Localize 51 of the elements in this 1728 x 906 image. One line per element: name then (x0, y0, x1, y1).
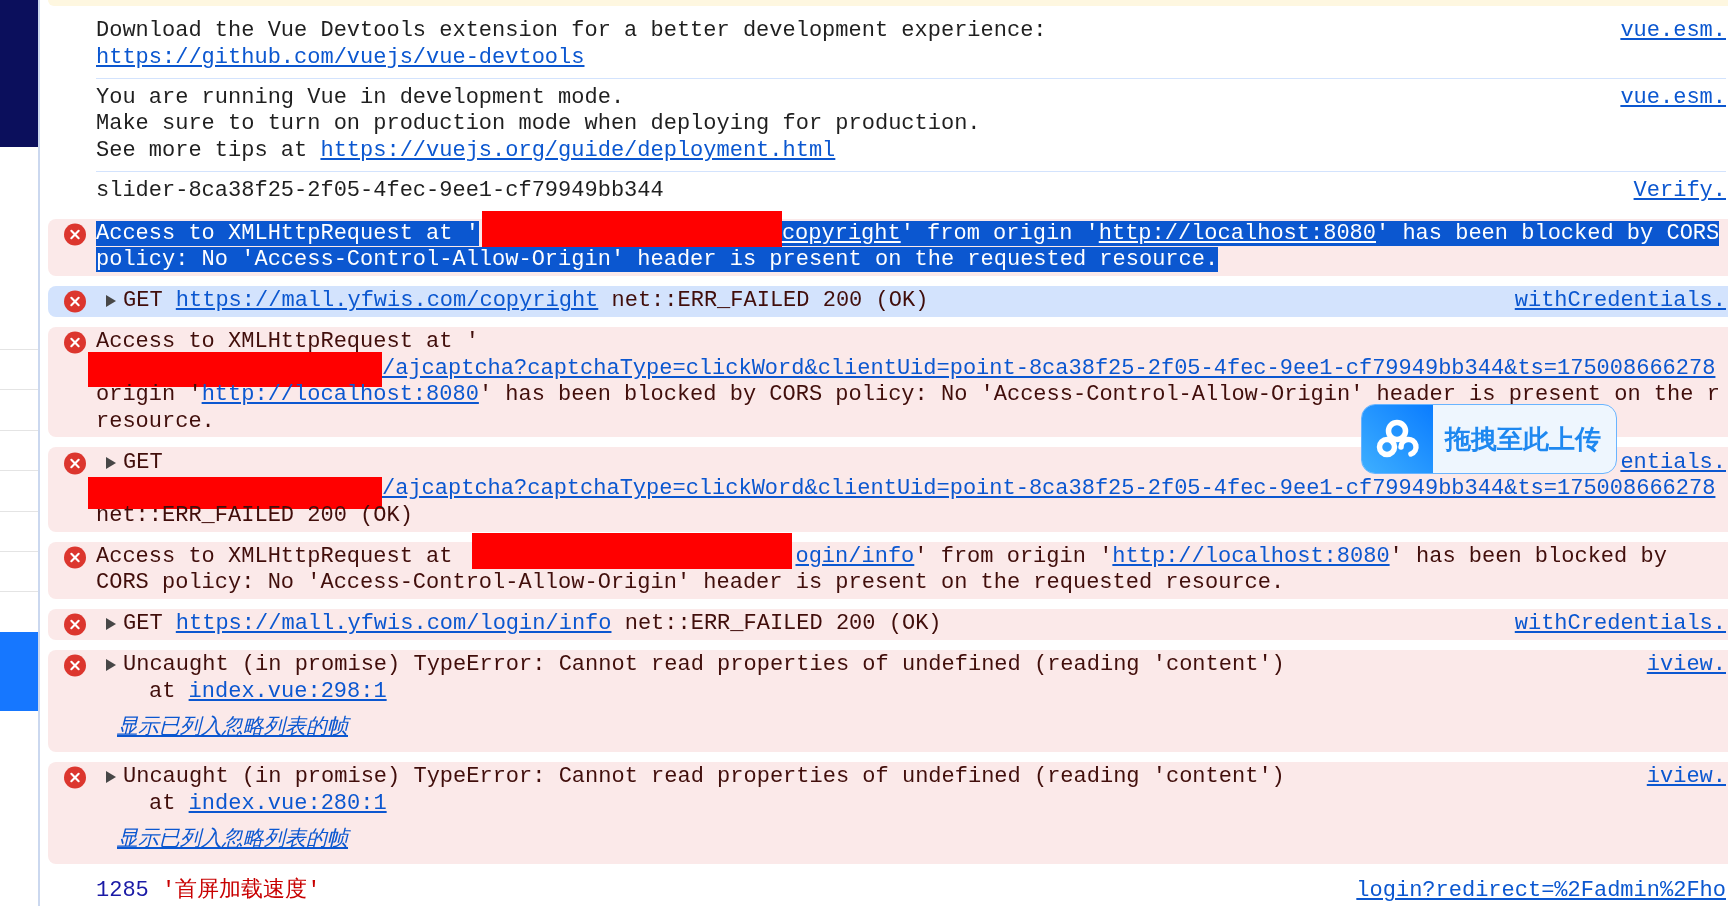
source-link[interactable]: iview. (1646, 652, 1726, 679)
message-text: /ajcaptcha?captchaType=clickWord&clientUid=point-8ca38f25-2f05-4fec-9ee1-cf79949bb344&ts=175008666278 net::ERR_FAILED 200 (OK) (96, 476, 1716, 530)
message-text: You are running Vue in development mode. Make sure to turn on production mode when deploying for production. See more tips at https://vuejs.org/guide/deployment.html (96, 84, 981, 165)
message-text: 1285 '首屏加载速度' (96, 878, 321, 905)
url-link[interactable]: copyright (781, 220, 901, 246)
url-link[interactable]: http://localhost:8080 (1098, 220, 1376, 246)
url-link[interactable]: https://github.com/vuejs/vue-devtools (96, 44, 585, 70)
expand-triangle-icon[interactable] (106, 456, 116, 469)
error-icon (64, 331, 86, 355)
source-link[interactable]: login?redirect=%2Fadmin%2Fho (1356, 878, 1726, 905)
file-link[interactable]: index.vue:298:1 (188, 678, 387, 704)
source-link[interactable]: entials. (1620, 449, 1726, 477)
url-link[interactable]: http://localhost:8080 (1112, 543, 1390, 569)
stack-frame-text: at index.vue:280:1 (149, 790, 387, 818)
stack-frame-text: at index.vue:298:1 (149, 678, 387, 706)
message-text: Uncaught (in promise) TypeError: Cannot read properties of undefined (reading 'content') (96, 652, 1285, 679)
message-text: slider-8ca38f25-2f05-4fec-9ee1-cf79949bb344 (96, 177, 664, 205)
source-link[interactable]: Verify. (1633, 177, 1726, 205)
rings-logo-icon (1362, 405, 1433, 473)
expand-triangle-icon[interactable] (106, 659, 116, 672)
error-icon (64, 290, 86, 314)
source-link[interactable]: iview. (1646, 764, 1726, 791)
expand-triangle-icon[interactable] (106, 771, 116, 784)
error-icon (64, 654, 86, 678)
url-link[interactable]: /ajcaptcha?captchaType=clickWord&clientUid=point-8ca38f25-2f05-4fec-9ee1-cf79949bb344&ts=175008666278 (382, 355, 1716, 381)
expand-triangle-icon[interactable] (106, 618, 116, 631)
message-text: GET (96, 449, 163, 477)
error-icon (64, 545, 86, 569)
url-link[interactable]: http://localhost:8080 (201, 382, 479, 408)
error-icon (64, 613, 86, 637)
expand-triangle-icon[interactable] (106, 295, 116, 308)
message-text: Access to XMLHttpRequest at ogin/info' from origin 'http://localhost:8080' has been blocked by CORS policy: No 'Access-Control-Allow-Origin' header is present on the requested resource. (96, 543, 1667, 597)
source-link[interactable]: withCredentials. (1514, 288, 1726, 315)
error-icon (64, 222, 86, 246)
source-link[interactable]: withCredentials. (1514, 611, 1726, 638)
url-link[interactable]: https://mall.yfwis.com/copyright (175, 288, 599, 314)
url-link[interactable]: ogin/info (795, 543, 915, 569)
sidebar-item[interactable] (0, 631, 38, 711)
source-link[interactable]: vue.esm. (1620, 84, 1726, 112)
url-link[interactable]: /ajcaptcha?captchaType=clickWord&clientUid=point-8ca38f25-2f05-4fec-9ee1-cf79949bb344&ts=175008666278 (382, 476, 1716, 502)
message-text: Download the Vue Devtools extension for a better development experience: https://github.com/vuejs/vue-devtools (96, 18, 1047, 72)
error-icon (64, 766, 86, 790)
url-link[interactable]: https://mall.yfwis.com/login/info (175, 611, 612, 637)
message-text: Uncaught (in promise) TypeError: Cannot read properties of undefined (reading 'content') (96, 764, 1285, 791)
source-link[interactable]: vue.esm. (1620, 18, 1726, 45)
message-text: Access to XMLHttpRequest at ' copyright' from origin 'http://localhost:8080' has been blocked by CORS policy: No 'Access-Control-Allow-Origin' header is present on the requested resource. (96, 220, 1720, 274)
message-text: GET https://mall.yfwis.com/login/info net::ERR_FAILED 200 (OK) (96, 611, 942, 638)
error-icon (64, 451, 86, 475)
message-text: GET https://mall.yfwis.com/copyright net::ERR_FAILED 200 (OK) (96, 288, 929, 315)
url-link[interactable]: https://vuejs.org/guide/deployment.html (320, 137, 836, 163)
file-link[interactable]: index.vue:280:1 (188, 790, 387, 816)
